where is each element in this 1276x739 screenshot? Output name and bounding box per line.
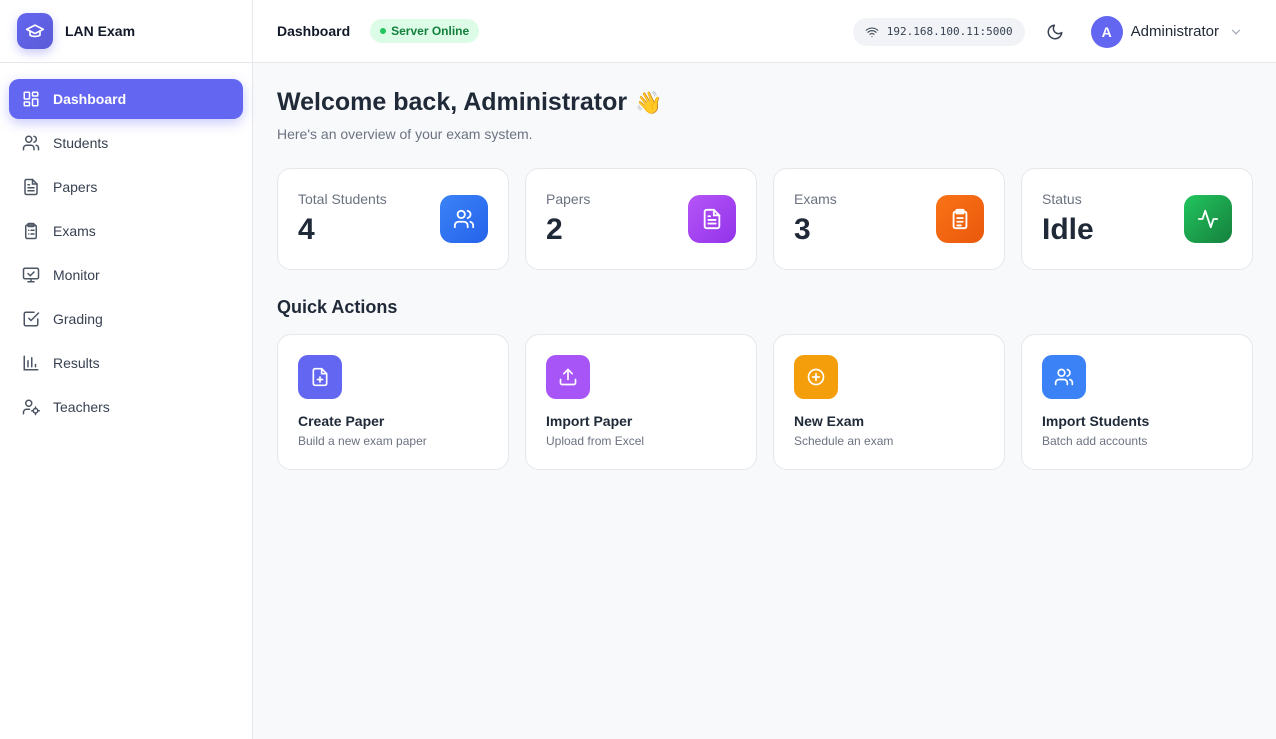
action-title: Create Paper xyxy=(298,413,385,429)
file-text-icon xyxy=(688,195,736,243)
sidebar-item-label: Papers xyxy=(53,179,98,195)
status-dot-icon xyxy=(380,28,387,34)
sidebar-item-grading[interactable]: Grading xyxy=(9,299,243,339)
sidebar-item-label: Grading xyxy=(53,311,103,327)
dashboard-icon xyxy=(21,89,41,109)
users-icon xyxy=(21,133,41,153)
quick-actions-row: Create Paper Build a new exam paper Impo… xyxy=(277,334,1253,470)
sidebar-item-label: Teachers xyxy=(53,399,110,415)
avatar: A xyxy=(1090,15,1123,48)
action-description: Upload from Excel xyxy=(546,434,645,448)
stat-card-status: Status Idle xyxy=(1021,168,1253,270)
main-content: Welcome back, Administrator 👋 Here's an … xyxy=(277,63,1253,470)
user-cog-icon xyxy=(21,397,41,417)
users-icon xyxy=(440,195,488,243)
action-description: Build a new exam paper xyxy=(298,434,427,448)
moon-icon xyxy=(1047,24,1063,39)
welcome-text: Welcome back, Administrator xyxy=(277,88,628,116)
sidebar: LAN Exam Dashboard Students Papers Exams… xyxy=(0,0,253,739)
bar-chart-icon xyxy=(21,353,41,373)
quick-actions-title: Quick Actions xyxy=(277,297,398,317)
sidebar-item-students[interactable]: Students xyxy=(9,123,243,163)
page-title: Dashboard xyxy=(277,23,351,39)
sidebar-item-label: Exams xyxy=(53,223,96,239)
server-status-badge: Server Online xyxy=(370,19,480,43)
action-title: Import Students xyxy=(1042,413,1150,429)
sidebar-item-label: Dashboard xyxy=(53,91,127,107)
stat-card-students: Total Students 4 xyxy=(277,168,509,270)
app-root: LAN Exam Dashboard Students Papers Exams… xyxy=(0,0,1276,739)
server-address-pill: 192.168.100.11:5000 xyxy=(852,17,1025,46)
clipboard-list-icon xyxy=(21,221,41,241)
user-name: Administrator xyxy=(1130,23,1219,40)
welcome-heading: Welcome back, Administrator 👋 xyxy=(277,88,1253,117)
sidebar-nav: Dashboard Students Papers Exams Monitor … xyxy=(0,63,252,427)
welcome-subtitle: Here's an overview of your exam system. xyxy=(277,126,533,142)
sidebar-item-teachers[interactable]: Teachers xyxy=(9,387,243,427)
plus-circle-icon xyxy=(794,355,838,399)
action-description: Batch add accounts xyxy=(1042,434,1148,448)
new-exam-action[interactable]: New Exam Schedule an exam xyxy=(773,334,1005,470)
sidebar-item-exams[interactable]: Exams xyxy=(9,211,243,251)
action-title: Import Paper xyxy=(546,413,633,429)
action-description: Schedule an exam xyxy=(794,434,894,448)
sidebar-item-monitor[interactable]: Monitor xyxy=(9,255,243,295)
import-students-action[interactable]: Import Students Batch add accounts xyxy=(1021,334,1253,470)
check-square-icon xyxy=(21,309,41,329)
user-menu[interactable]: A Administrator xyxy=(1090,15,1243,48)
sidebar-item-label: Results xyxy=(53,355,100,371)
create-paper-action[interactable]: Create Paper Build a new exam paper xyxy=(277,334,509,470)
clipboard-icon xyxy=(936,195,984,243)
users-icon xyxy=(1042,355,1086,399)
file-text-icon xyxy=(21,177,41,197)
monitor-icon xyxy=(21,265,41,285)
server-status-text: Server Online xyxy=(391,24,470,38)
file-plus-icon xyxy=(298,355,342,399)
top-header: Dashboard Server Online 192.168.100.11:5… xyxy=(253,0,1276,63)
stat-card-exams: Exams 3 xyxy=(773,168,1005,270)
chevron-down-icon xyxy=(1229,25,1243,39)
action-title: New Exam xyxy=(794,413,865,429)
sidebar-item-label: Monitor xyxy=(53,267,100,283)
sidebar-item-results[interactable]: Results xyxy=(9,343,243,383)
sidebar-item-dashboard[interactable]: Dashboard xyxy=(9,79,243,119)
activity-icon xyxy=(1184,195,1232,243)
brand[interactable]: LAN Exam xyxy=(0,0,252,63)
wifi-icon xyxy=(865,25,879,39)
app-name: LAN Exam xyxy=(65,23,136,39)
waving-hand-icon: 👋 xyxy=(635,89,663,115)
sidebar-item-label: Students xyxy=(53,135,109,151)
graduation-cap-icon xyxy=(17,13,53,49)
stats-row: Total Students 4 Papers 2 Exams 3 Status… xyxy=(277,168,1253,270)
stat-card-papers: Papers 2 xyxy=(525,168,757,270)
sidebar-item-papers[interactable]: Papers xyxy=(9,167,243,207)
theme-toggle-button[interactable] xyxy=(1043,20,1067,44)
upload-icon xyxy=(546,355,590,399)
import-paper-action[interactable]: Import Paper Upload from Excel xyxy=(525,334,757,470)
server-address: 192.168.100.11:5000 xyxy=(886,25,1013,38)
header-right: 192.168.100.11:5000 A Administrator xyxy=(852,0,1276,63)
